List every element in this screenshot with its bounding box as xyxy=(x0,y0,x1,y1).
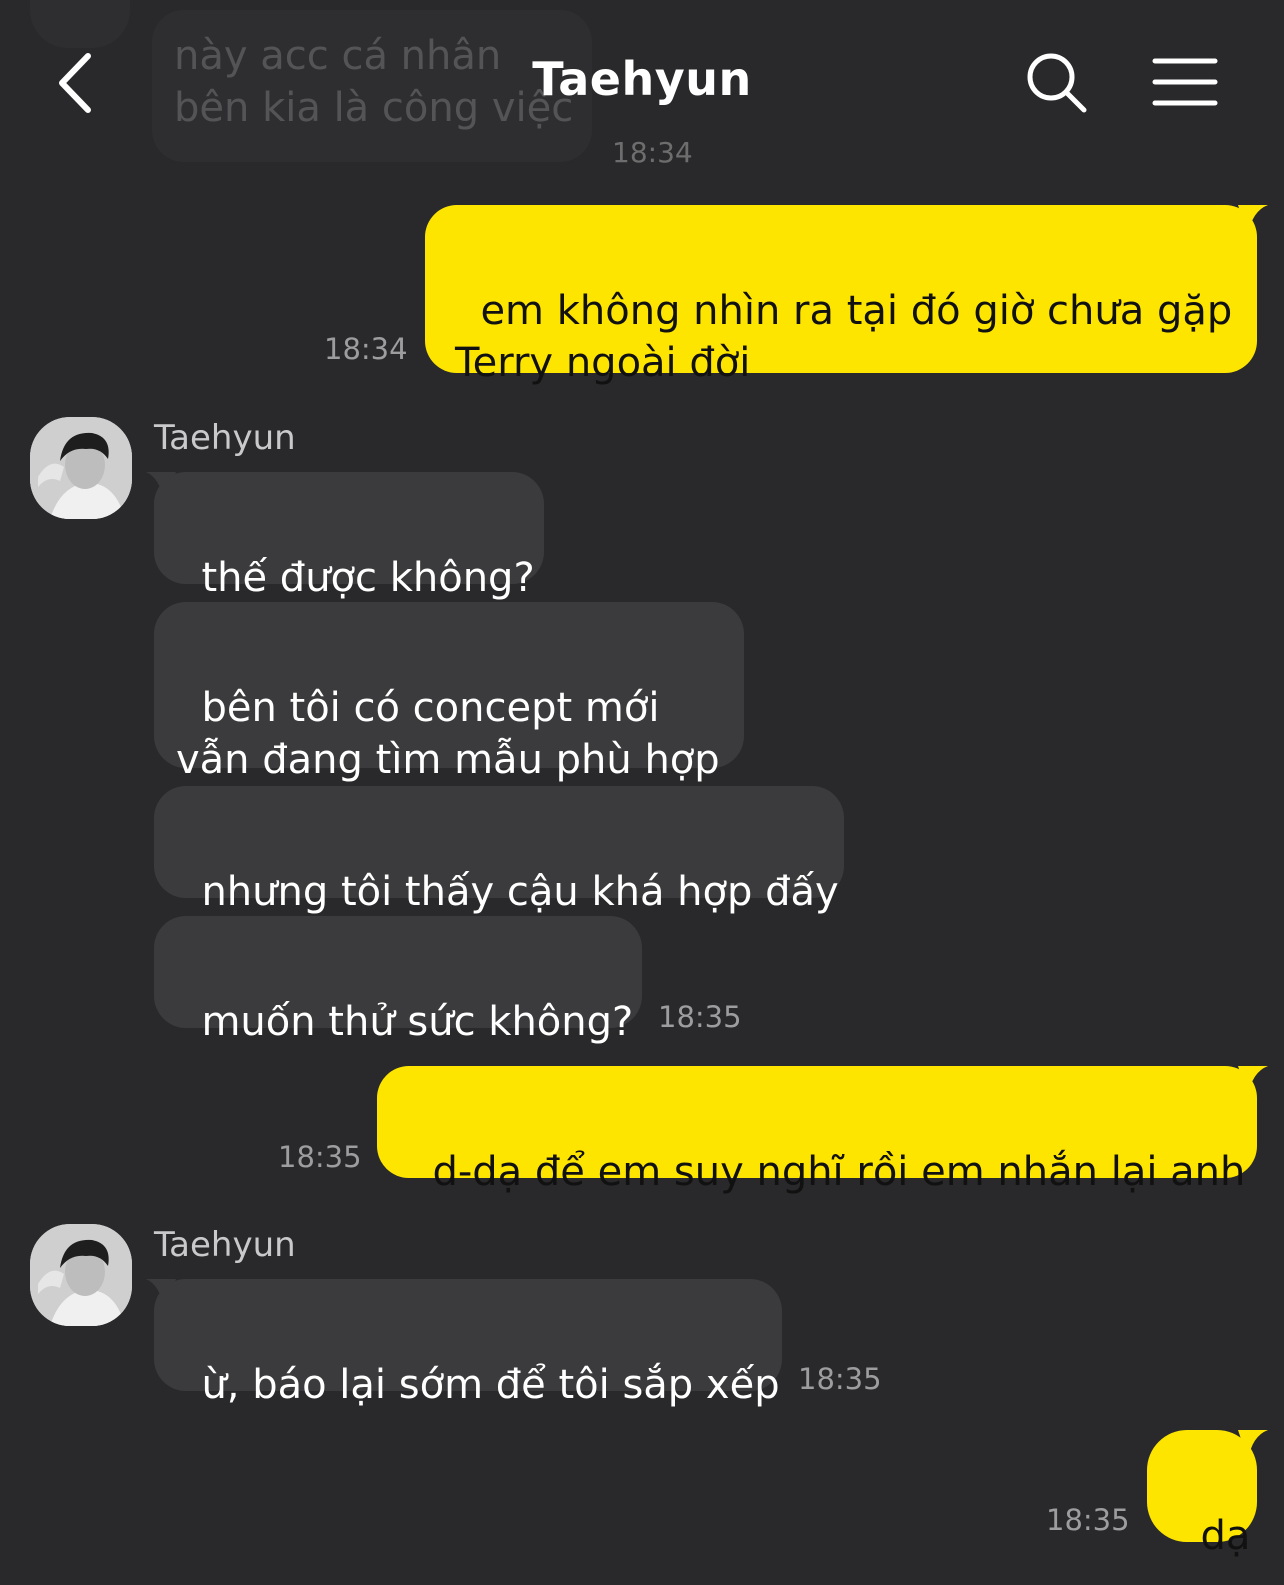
message-text: dạ xyxy=(1200,1513,1251,1559)
incoming-message-bubble[interactable]: nhưng tôi thấy cậu khá hợp đấy xyxy=(154,786,844,915)
message-text: thế được không? xyxy=(201,555,535,601)
chat-header: Taehyun xyxy=(0,0,1284,160)
hamburger-menu-icon[interactable] xyxy=(1152,56,1218,108)
chat-title: Taehyun xyxy=(532,52,752,106)
message-time: 18:35 xyxy=(798,1362,882,1396)
sender-name: Taehyun xyxy=(154,1225,296,1265)
message-time: 18:34 xyxy=(324,332,408,366)
message-time: 18:35 xyxy=(278,1140,362,1174)
message-text: muốn thử sức không? xyxy=(201,999,634,1045)
outgoing-message-bubble[interactable]: d-dạ để em suy nghĩ rồi em nhắn lại anh xyxy=(377,1066,1257,1195)
message-text: bên tôi có concept mới vẫn đang tìm mẫu … xyxy=(176,685,720,783)
avatar[interactable] xyxy=(30,1224,132,1326)
avatar[interactable] xyxy=(30,417,132,519)
message-text: d-dạ để em suy nghĩ rồi em nhắn lại anh xyxy=(432,1149,1246,1195)
message-time: 18:35 xyxy=(658,1000,742,1034)
search-icon[interactable] xyxy=(1024,50,1090,116)
message-text: ừ, báo lại sớm để tôi sắp xếp xyxy=(201,1362,780,1408)
sender-name: Taehyun xyxy=(154,418,296,458)
incoming-message-bubble[interactable]: bên tôi có concept mới vẫn đang tìm mẫu … xyxy=(154,602,744,783)
outgoing-bubble-tail xyxy=(1238,1430,1268,1460)
outgoing-bubble-tail xyxy=(1238,1066,1268,1096)
incoming-message-bubble[interactable]: thế được không? xyxy=(154,472,544,601)
outgoing-message-bubble[interactable]: em không nhìn ra tại đó giờ chưa gặp Ter… xyxy=(425,205,1257,386)
message-time: 18:35 xyxy=(1046,1503,1130,1537)
outgoing-bubble-tail xyxy=(1238,205,1268,235)
message-text: em không nhìn ra tại đó giờ chưa gặp Ter… xyxy=(455,288,1233,386)
incoming-message-bubble[interactable]: muốn thử sức không? xyxy=(154,916,642,1045)
incoming-message-bubble[interactable]: ừ, báo lại sớm để tôi sắp xếp xyxy=(154,1279,782,1408)
message-text: nhưng tôi thấy cậu khá hợp đấy xyxy=(201,869,839,915)
